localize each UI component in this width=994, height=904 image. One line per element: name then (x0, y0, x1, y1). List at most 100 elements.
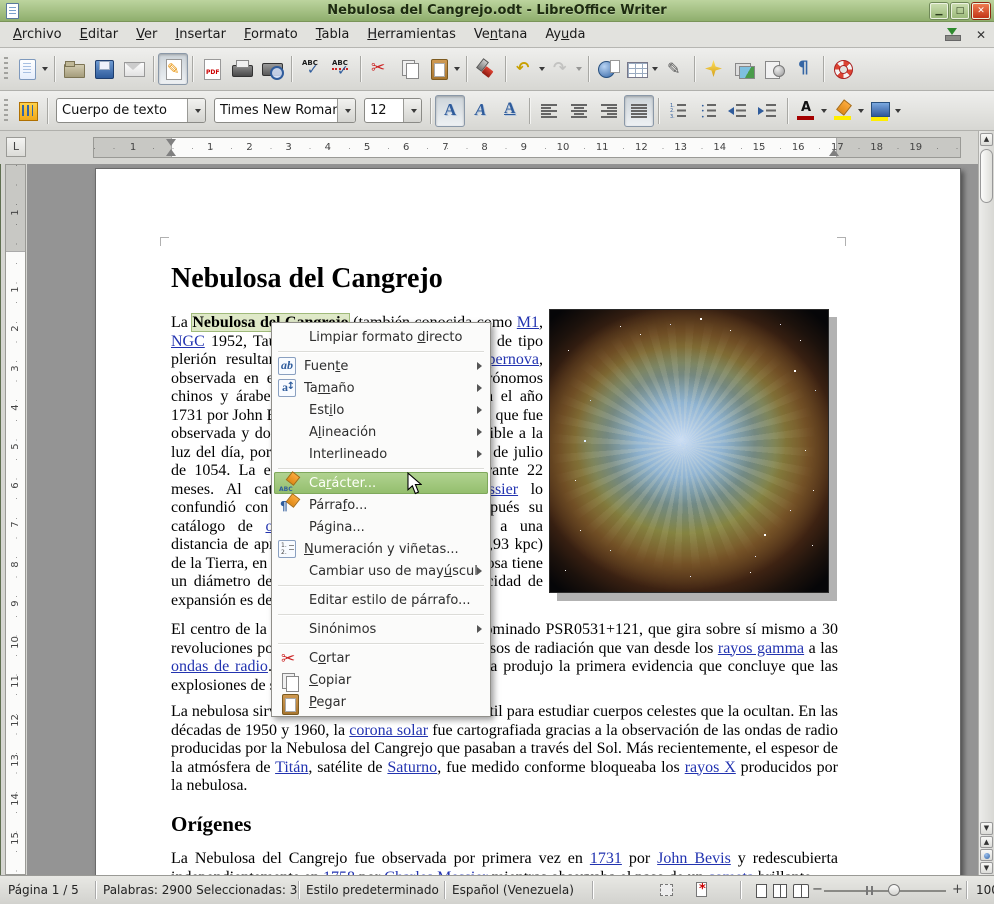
table-button[interactable] (623, 53, 660, 85)
spelling-button[interactable] (296, 53, 326, 85)
first-line-indent-marker[interactable] (166, 139, 176, 146)
menu-tabla[interactable]: Tabla (307, 23, 359, 46)
word-count-status[interactable]: Palabras: 2900 Seleccionadas: 3 (103, 883, 297, 897)
doc-link[interactable]: M1 (517, 314, 539, 331)
context-menu-item-caracter[interactable]: Carácter... (274, 472, 488, 494)
toolbar-grip[interactable] (4, 57, 8, 81)
combo-style[interactable]: Cuerpo de texto (56, 98, 206, 123)
context-menu-item-limpiar-formato-directo[interactable]: Limpiar formato directo (274, 326, 488, 348)
zoom-out-icon[interactable]: − (812, 882, 823, 897)
decrease-indent-button[interactable] (723, 95, 753, 127)
redo-button[interactable] (547, 53, 584, 85)
next-page-button[interactable]: ▼ (980, 862, 993, 874)
doc-link[interactable]: NGC (171, 333, 205, 350)
vertical-scrollbar[interactable]: ▲ ▼ ▲ ▼ (978, 131, 994, 875)
navigator-button[interactable] (699, 53, 729, 85)
copy-button[interactable] (395, 53, 425, 85)
left-indent-marker[interactable] (166, 149, 176, 156)
background-color-button[interactable] (866, 95, 903, 127)
right-indent-marker[interactable] (829, 149, 839, 156)
document-modified-icon[interactable] (696, 882, 707, 897)
menu-ayuda[interactable]: Ayuda (536, 23, 594, 46)
increase-indent-button[interactable] (753, 95, 783, 127)
maximize-button[interactable]: □ (951, 3, 969, 19)
document-heading-1[interactable]: Nebulosa del Cangrejo (171, 263, 443, 295)
context-menu-item-interlineado[interactable]: Interlineado (274, 443, 488, 465)
font-value[interactable]: Times New Roman (215, 103, 337, 118)
scroll-down-button[interactable]: ▼ (980, 822, 993, 835)
new-document-button[interactable] (13, 53, 50, 85)
context-menu-item-estilo[interactable]: Estilo (274, 399, 488, 421)
previous-page-button[interactable]: ▲ (980, 836, 993, 848)
context-menu-item-cortar[interactable]: Cortar (274, 647, 488, 669)
save-button[interactable] (89, 53, 119, 85)
doc-link[interactable]: Saturno (387, 759, 437, 776)
context-menu-item-sinonimos[interactable]: Sinónimos (274, 618, 488, 640)
underline-button[interactable] (495, 95, 525, 127)
context-menu-item-fuente[interactable]: Fuente (274, 355, 488, 377)
tab-stop-selector[interactable]: L (6, 137, 26, 157)
print-preview-button[interactable] (257, 53, 287, 85)
p4[interactable]: La Nebulosa del Cangrejo fue observada p… (171, 850, 838, 875)
page-style-status[interactable]: Estilo predeterminado (306, 883, 439, 897)
menu-insertar[interactable]: Insertar (166, 23, 235, 46)
font-dropdown-button[interactable] (337, 99, 355, 122)
zoom-slider-track[interactable] (824, 890, 946, 892)
document-page[interactable]: Nebulosa del Cangrejo La Nebulosa del Ca… (95, 168, 961, 875)
context-menu-item-alineacion[interactable]: Alineación (274, 421, 488, 443)
doc-link[interactable]: rayos gamma (718, 640, 804, 657)
align-center-button[interactable] (564, 95, 594, 127)
horizontal-ruler[interactable]: 112345678910111213141516171819 (93, 137, 961, 158)
titlebar[interactable]: Nebulosa del Cangrejo.odt - LibreOffice … (0, 0, 994, 22)
align-left-button[interactable] (534, 95, 564, 127)
context-menu-item-tamano[interactable]: Tamaño (274, 377, 488, 399)
draw-functions-button[interactable] (660, 53, 690, 85)
justify-button[interactable] (624, 95, 654, 127)
context-menu-item-editar-estilo-parrafo[interactable]: Editar estilo de párrafo... (274, 589, 488, 611)
combo-font[interactable]: Times New Roman (214, 98, 356, 123)
menu-archivo[interactable]: Archivo (4, 23, 71, 46)
combo-size[interactable]: 12 (364, 98, 422, 123)
help-button[interactable] (828, 53, 858, 85)
context-menu-item-pagina[interactable]: Página... (274, 516, 488, 538)
doc-link[interactable]: 1731 (590, 850, 622, 867)
context-menu-item-pegar[interactable]: Pegar (274, 691, 488, 713)
context-menu-item-cambiar-mayusculas[interactable]: Cambiar uso de mayúsculas (274, 560, 488, 582)
size-dropdown-button[interactable] (403, 99, 421, 122)
selection-mode-icon[interactable] (660, 884, 673, 896)
doc-link[interactable]: ondas de radio (171, 658, 268, 675)
hyperlink-button[interactable] (593, 53, 623, 85)
book-view-icon[interactable] (793, 884, 809, 898)
bold-button[interactable] (435, 95, 465, 127)
zoom-slider-handle[interactable] (888, 884, 900, 896)
doc-link[interactable]: rayos X (685, 759, 736, 776)
menu-ventana[interactable]: Ventana (465, 23, 536, 46)
data-sources-button[interactable] (759, 53, 789, 85)
open-button[interactable] (59, 53, 89, 85)
email-button[interactable] (119, 53, 149, 85)
vertical-ruler[interactable]: 1123456789101112131415 (5, 164, 26, 875)
size-value[interactable]: 12 (365, 103, 403, 118)
menu-ver[interactable]: Ver (127, 23, 166, 46)
single-page-view-icon[interactable] (756, 884, 767, 898)
italic-button[interactable] (465, 95, 495, 127)
context-menu-item-parrafo[interactable]: Párrafo... (274, 494, 488, 516)
styles-panel-button[interactable] (13, 95, 43, 127)
close-document-icon[interactable]: ✕ (976, 28, 986, 42)
crab-nebula-image[interactable] (549, 309, 829, 593)
menu-editar[interactable]: Editar (71, 23, 128, 46)
close-button[interactable]: ✕ (972, 3, 990, 19)
context-menu-item-copiar[interactable]: Copiar (274, 669, 488, 691)
page-number-status[interactable]: Página 1 / 5 (8, 883, 79, 897)
doc-link[interactable]: Titán (275, 759, 308, 776)
document-canvas[interactable]: Nebulosa del Cangrejo La Nebulosa del Ca… (27, 164, 978, 875)
zoom-in-icon[interactable]: + (952, 882, 963, 897)
minimize-button[interactable]: ▁ (930, 3, 948, 19)
unordered-list-button[interactable] (693, 95, 723, 127)
style-dropdown-button[interactable] (187, 99, 205, 122)
navigation-button[interactable] (980, 849, 993, 861)
context-menu-item-numeracion-vinetas[interactable]: Numeración y viñetas... (274, 538, 488, 560)
paste-button[interactable] (425, 53, 462, 85)
scroll-up-button[interactable]: ▲ (980, 133, 993, 146)
undo-button[interactable] (510, 53, 547, 85)
